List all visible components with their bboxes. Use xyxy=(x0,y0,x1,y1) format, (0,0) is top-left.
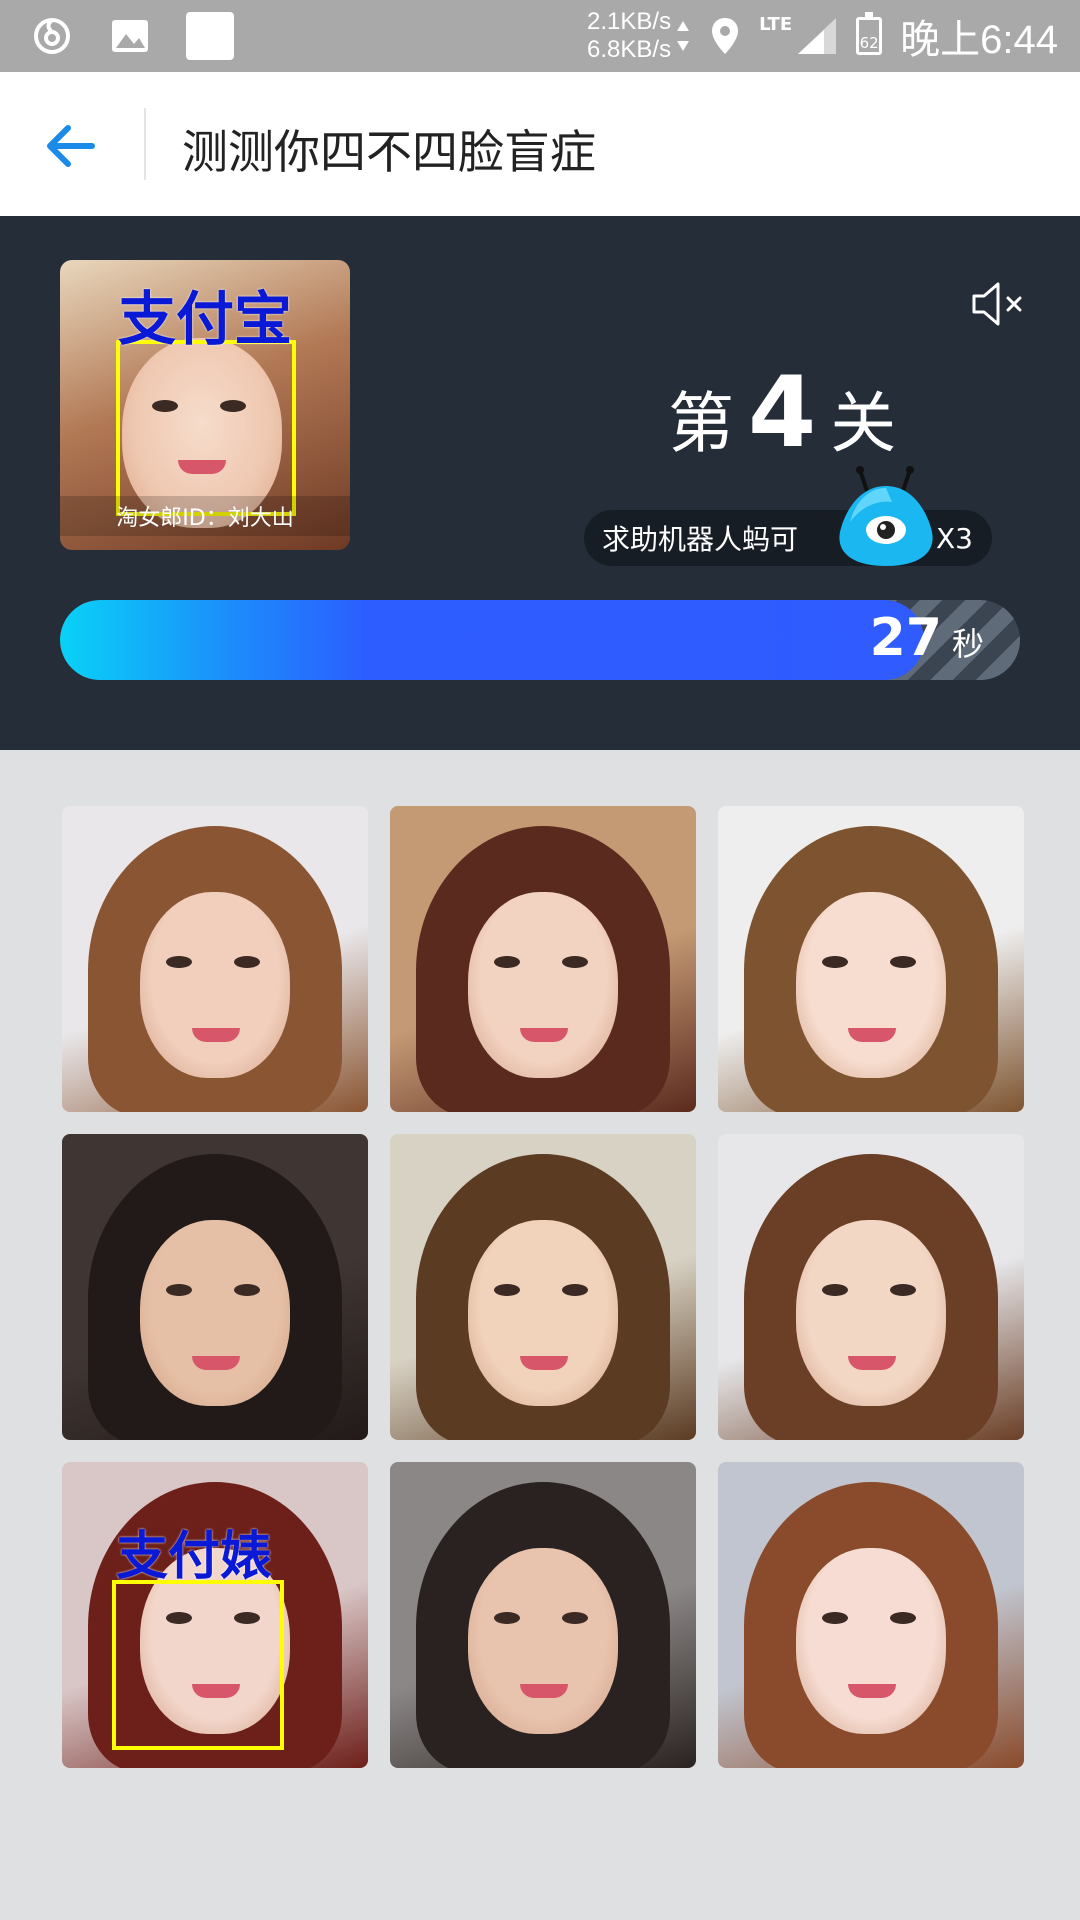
eye xyxy=(166,1284,192,1296)
mouth xyxy=(520,1684,568,1698)
face-choice-card[interactable] xyxy=(62,806,368,1112)
clock: 晚上6:44 xyxy=(900,18,1058,62)
battery-icon: 62 xyxy=(856,12,883,55)
face-detection-box xyxy=(112,1580,284,1750)
robot-mascot-icon xyxy=(839,466,933,566)
eye xyxy=(234,1284,260,1296)
eye xyxy=(822,1284,848,1296)
face xyxy=(796,1220,946,1406)
photo-caption: 淘女郎ID：刘大山 xyxy=(60,496,350,536)
eye xyxy=(234,956,260,968)
mouth xyxy=(520,1028,568,1042)
location-icon xyxy=(712,18,739,54)
arrow-left-icon xyxy=(47,125,95,167)
app-bar: 测测你四不四脸盲症 xyxy=(0,72,1080,216)
speaker-muted-icon xyxy=(972,282,1022,326)
signal-icon xyxy=(798,18,837,54)
face-tag-label: 支付宝 xyxy=(118,285,293,353)
mouth xyxy=(520,1356,568,1370)
face-choice-card[interactable] xyxy=(390,1134,696,1440)
face xyxy=(796,892,946,1078)
level-indicator: 第 4 关 xyxy=(668,356,896,470)
robot-help-count: X3 xyxy=(936,522,973,555)
face-choice-card[interactable] xyxy=(718,1134,1024,1440)
face xyxy=(468,1548,618,1734)
eye xyxy=(166,956,192,968)
eye xyxy=(890,956,916,968)
status-bar-right: 2.1KB/s 6.8KB/s LTE 62 晚上6:44 xyxy=(587,6,1058,66)
mute-button[interactable] xyxy=(968,276,1028,332)
page-title: 测测你四不四脸盲症 xyxy=(182,125,596,179)
eye xyxy=(494,956,520,968)
face-choice-card[interactable] xyxy=(62,1134,368,1440)
face xyxy=(796,1548,946,1734)
white-square-icon xyxy=(186,12,234,60)
level-number: 4 xyxy=(748,356,817,470)
face-choice-card[interactable]: 支付婊 xyxy=(62,1462,368,1768)
battery-level: 62 xyxy=(859,34,879,52)
face-detection-box xyxy=(116,340,296,516)
face-choice-card[interactable] xyxy=(390,1462,696,1768)
lte-label: LTE xyxy=(759,13,793,35)
mouth xyxy=(192,1356,240,1370)
net-down-speed: 6.8KB/s xyxy=(587,36,672,63)
eye xyxy=(494,1612,520,1624)
netease-cloud-music-icon xyxy=(30,14,74,58)
countdown-unit: 秒 xyxy=(951,625,984,663)
countdown-fill xyxy=(60,600,924,680)
face xyxy=(140,892,290,1078)
eye xyxy=(822,956,848,968)
countdown-bar: 27 秒 xyxy=(60,600,1020,680)
face xyxy=(468,892,618,1078)
level-suffix: 关 xyxy=(830,385,897,462)
game-panel: 支付宝 淘女郎ID：刘大山 第 4 关 求助机器人蚂可 X3 27 秒 xyxy=(0,216,1080,750)
mouth xyxy=(848,1684,896,1698)
eye xyxy=(822,1612,848,1624)
robot-help-button[interactable]: 求助机器人蚂可 X3 xyxy=(584,466,992,566)
face-choice-card[interactable] xyxy=(718,1462,1024,1768)
up-down-arrows-icon xyxy=(677,21,690,51)
face xyxy=(468,1220,618,1406)
eye xyxy=(562,1284,588,1296)
countdown-seconds: 27 xyxy=(869,608,942,668)
image-icon xyxy=(108,14,152,58)
face xyxy=(140,1220,290,1406)
header-divider xyxy=(144,108,146,180)
network-speed: 2.1KB/s 6.8KB/s xyxy=(587,8,671,64)
eye xyxy=(494,1284,520,1296)
eye xyxy=(890,1284,916,1296)
eye xyxy=(562,1612,588,1624)
eye xyxy=(890,1612,916,1624)
face-choice-card[interactable] xyxy=(390,806,696,1112)
status-bar-left xyxy=(30,12,234,60)
status-bar: 2.1KB/s 6.8KB/s LTE 62 晚上6:44 xyxy=(0,0,1080,72)
face-choice-grid: 支付婊 xyxy=(62,806,1024,1768)
net-up-speed: 2.1KB/s xyxy=(587,8,672,35)
level-prefix: 第 xyxy=(668,385,734,462)
back-button[interactable] xyxy=(42,116,102,176)
mouth xyxy=(192,1028,240,1042)
robot-help-label: 求助机器人蚂可 xyxy=(602,523,799,556)
mouth xyxy=(848,1356,896,1370)
mouth xyxy=(848,1028,896,1042)
countdown-label: 27 秒 xyxy=(870,608,984,668)
face-tag-label: 支付婊 xyxy=(116,1527,273,1587)
eye xyxy=(562,956,588,968)
target-face-photo: 支付宝 淘女郎ID：刘大山 xyxy=(60,260,350,550)
face-choice-card[interactable] xyxy=(718,806,1024,1112)
